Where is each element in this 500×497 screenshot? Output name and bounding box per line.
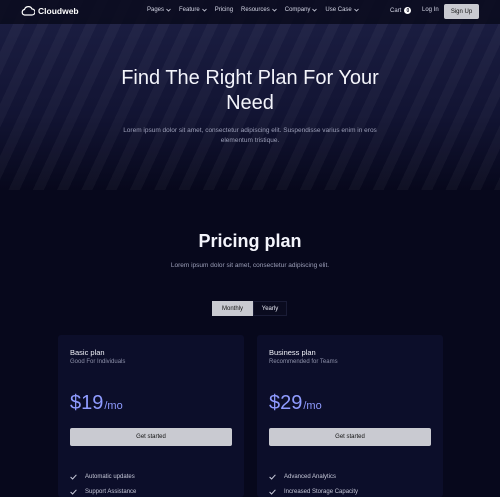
chevron-down-icon xyxy=(201,8,207,12)
price-amount: $29 xyxy=(269,392,303,414)
feature-item: Support Assistance xyxy=(70,489,136,495)
plan-tagline: Recommended for Teams xyxy=(269,359,338,365)
feature-item: Increased Storage Capacity xyxy=(269,489,358,495)
hero-subtitle: Lorem ipsum dolor sit amet, consectetur … xyxy=(123,127,377,144)
pricing-subtitle: Lorem ipsum dolor sit amet, consectetur … xyxy=(170,262,330,269)
brand-logo[interactable]: Cloudweb xyxy=(21,5,79,16)
nav-item-use-case[interactable]: Use Case xyxy=(325,7,359,13)
brand-name: Cloudweb xyxy=(38,5,79,16)
feature-item: Advanced Analytics xyxy=(269,474,336,480)
cart-link[interactable]: Cart 0 xyxy=(390,7,412,14)
check-icon xyxy=(70,489,77,495)
price-amount: $19 xyxy=(70,392,104,414)
get-started-button[interactable]: Get started xyxy=(70,428,232,446)
plan-price: $29 /mo xyxy=(269,392,322,415)
hero-title: Find The Right Plan For Your Need xyxy=(121,67,379,114)
toggle-monthly[interactable]: Monthly xyxy=(212,301,253,316)
feature-item: Automatic updates xyxy=(70,474,135,480)
cart-count-badge: 0 xyxy=(404,7,412,14)
cloud-logo-icon xyxy=(21,6,35,16)
pricing-title: Pricing plan xyxy=(198,231,302,251)
signup-button[interactable]: Sign Up xyxy=(444,4,479,19)
plan-name: Business plan xyxy=(269,348,316,357)
login-link[interactable]: Log In xyxy=(422,7,439,13)
plan-name: Basic plan xyxy=(70,348,105,357)
chevron-down-icon xyxy=(166,8,171,12)
nav-item-company[interactable]: Company xyxy=(285,7,318,13)
toggle-yearly[interactable]: Yearly xyxy=(253,301,287,316)
plan-price: $19 /mo xyxy=(70,392,123,415)
get-started-button[interactable]: Get started xyxy=(269,428,431,446)
cart-label: Cart xyxy=(390,7,402,14)
chevron-down-icon xyxy=(312,8,318,12)
price-period: /mo xyxy=(303,400,322,412)
nav-item-feature[interactable]: Feature xyxy=(179,7,207,13)
check-icon xyxy=(269,474,276,480)
main-menu: Pages Feature Pricing Resources Company … xyxy=(147,7,359,13)
nav-item-pages[interactable]: Pages xyxy=(147,7,171,13)
billing-toggle: Monthly Yearly xyxy=(212,301,287,316)
chevron-down-icon xyxy=(353,8,359,12)
chevron-down-icon xyxy=(271,8,277,12)
pricing-card-business: Business plan Recommended for Teams $29 … xyxy=(257,335,443,497)
nav-item-resources[interactable]: Resources xyxy=(241,7,277,13)
check-icon xyxy=(70,474,77,480)
price-period: /mo xyxy=(104,400,123,412)
pricing-card-basic: Basic plan Good For Individuals $19 /mo … xyxy=(58,335,244,497)
check-icon xyxy=(269,489,276,495)
plan-tagline: Good For Individuals xyxy=(70,359,126,365)
nav-item-pricing[interactable]: Pricing xyxy=(215,7,233,13)
top-navbar: Cloudweb Pages Feature Pricing Resources… xyxy=(0,0,500,24)
